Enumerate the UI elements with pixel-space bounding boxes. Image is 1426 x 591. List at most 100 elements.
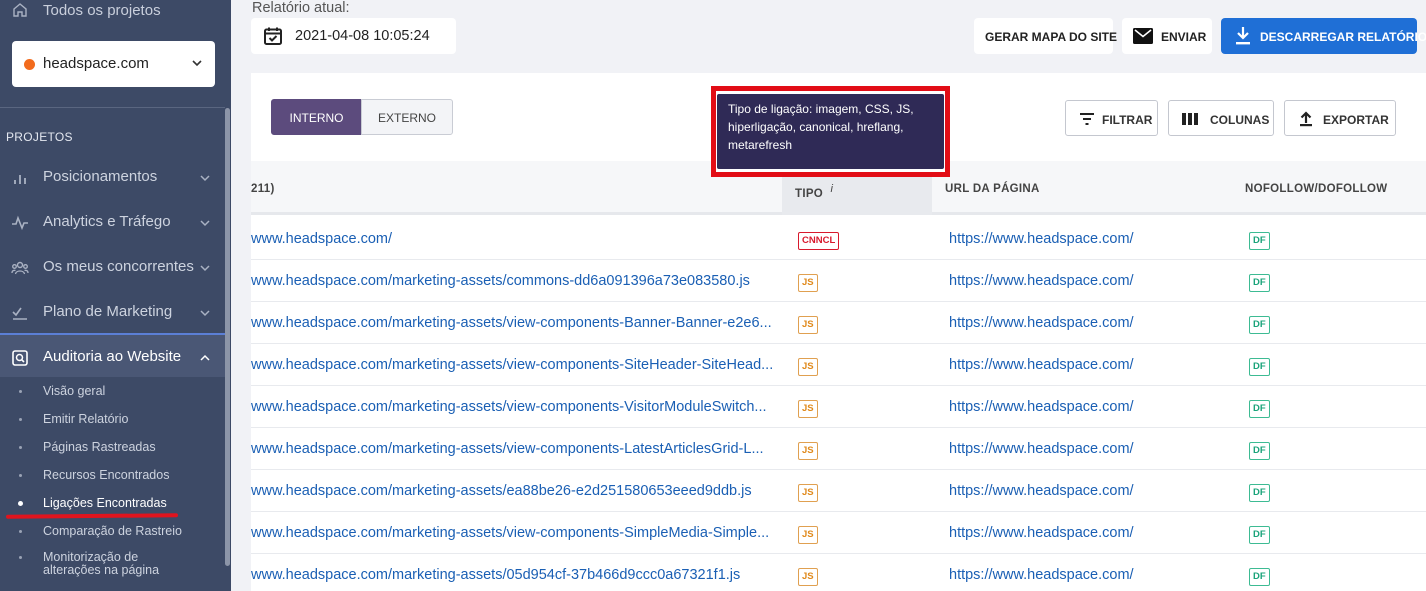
chevron-down-icon [200,310,210,317]
type-column-header[interactable]: TIPO i [795,183,833,200]
sidebar-divider [0,107,225,108]
page-url-column-header[interactable]: URL DA PÁGINA [945,183,1040,195]
sidebar-scrollbar[interactable] [225,108,230,566]
report-date: 2021-04-08 10:05:24 [295,28,430,44]
all-projects-label: Todos os projetos [43,2,161,19]
upload-icon [1300,111,1312,127]
bullet-icon [19,474,22,477]
pulse-icon [12,215,28,231]
sub-item-label: Monitorização de alterações na página [43,550,160,577]
link-url[interactable]: www.headspace.com/marketing-assets/commo… [251,273,750,289]
page-url[interactable]: https://www.headspace.com/ [949,525,1134,541]
link-url[interactable]: www.headspace.com/ [251,231,392,247]
download-report-button[interactable]: DESCARREGAR RELATÓRIO [1221,18,1426,54]
send-button[interactable]: ENVIAR [1122,18,1212,54]
bullet-icon [19,390,22,393]
sub-item-label: Visão geral [43,384,106,398]
type-badge: JS [798,442,818,460]
columns-icon [1182,113,1198,125]
info-icon[interactable]: i [831,183,834,195]
generate-sitemap-button[interactable]: GERAR MAPA DO SITE [974,18,1117,54]
columns-button[interactable]: COLUNAS [1168,100,1274,136]
follow-badge: DF [1249,358,1270,376]
table-row: www.headspace.com/marketing-assets/view-… [251,344,1426,386]
chevron-down-icon [200,220,210,227]
tab-internal[interactable]: INTERNO [271,99,362,135]
page-url[interactable]: https://www.headspace.com/ [949,273,1134,289]
sub-item-label: Emitir Relatório [43,412,129,426]
table-row: www.headspace.com/marketing-assets/view-… [251,428,1426,470]
bar-chart-icon [14,175,26,184]
link-url[interactable]: www.headspace.com/marketing-assets/view-… [251,357,773,373]
export-button[interactable]: EXPORTAR [1284,100,1396,136]
type-badge: JS [798,484,818,502]
type-badge: JS [798,358,818,376]
download-icon [1236,27,1250,45]
page-url[interactable]: https://www.headspace.com/ [949,357,1134,373]
sub-item-page-monitoring[interactable]: Monitorização de alterações na página [0,545,225,581]
filter-button[interactable]: FILTRAR [1065,100,1158,136]
link-url[interactable]: www.headspace.com/marketing-assets/view-… [251,399,767,415]
sub-item-found-resources[interactable]: Recursos Encontrados [0,463,225,489]
follow-badge: DF [1249,274,1270,292]
table-row: www.headspace.com/marketing-assets/05d95… [251,554,1426,591]
page-url[interactable]: https://www.headspace.com/ [949,399,1134,415]
sub-item-issue-report[interactable]: Emitir Relatório [0,407,225,433]
link-column-header[interactable]: 211) [251,183,275,195]
download-report-label: DESCARREGAR RELATÓRIO [1260,30,1426,44]
link-url[interactable]: www.headspace.com/marketing-assets/view-… [251,525,769,541]
page-url[interactable]: https://www.headspace.com/ [949,441,1134,457]
nav-item-label: Auditoria ao Website [43,348,182,365]
follow-badge: DF [1249,400,1270,418]
report-label: Relatório atual: [252,0,350,16]
nav-item-positions[interactable]: Posicionamentos [0,155,225,199]
type-badge: JS [798,316,818,334]
envelope-icon [1133,28,1153,44]
link-url[interactable]: www.headspace.com/marketing-assets/view-… [251,315,772,331]
report-date-selector[interactable]: 2021-04-08 10:05:24 [251,18,456,54]
sub-item-crawled-pages[interactable]: Páginas Rastreadas [0,435,225,461]
audit-icon [12,350,28,366]
table-row: www.headspace.com/marketing-assets/commo… [251,260,1426,302]
nofollow-column-header[interactable]: NOFOLLOW/DOFOLLOW [1245,183,1387,195]
all-projects-link[interactable]: Todos os projetos [0,0,225,24]
link-url[interactable]: www.headspace.com/marketing-assets/view-… [251,441,764,457]
project-name: headspace.com [43,55,149,72]
page-url[interactable]: https://www.headspace.com/ [949,315,1134,331]
link-url[interactable]: www.headspace.com/marketing-assets/ea88b… [251,483,752,499]
sub-item-overview[interactable]: Visão geral [0,379,225,405]
table-row: www.headspace.com/marketing-assets/view-… [251,512,1426,554]
sidebar-section-title: PROJETOS [6,130,73,144]
tab-external-label: EXTERNO [377,111,436,125]
type-header-label: TIPO [795,187,824,200]
page-url[interactable]: https://www.headspace.com/ [949,231,1134,247]
follow-badge: DF [1249,232,1270,250]
calendar-icon [264,27,282,45]
follow-badge: DF [1249,526,1270,544]
checklist-icon [12,307,27,320]
link-url[interactable]: www.headspace.com/marketing-assets/05d95… [251,567,740,583]
tab-external[interactable]: EXTERNO [361,99,453,135]
nav-item-competitors[interactable]: Os meus concorrentes [0,245,225,289]
table-row: www.headspace.com/ CNNCL https://www.hea… [251,218,1426,260]
sub-item-crawl-comparison[interactable]: Comparação de Rastreio [0,519,225,545]
table-row: www.headspace.com/marketing-assets/view-… [251,302,1426,344]
highlight-underline [5,513,179,519]
project-selector[interactable]: headspace.com [12,41,215,87]
project-dot-icon [24,59,35,70]
type-badge: JS [798,274,818,292]
nav-item-analytics[interactable]: Analytics e Tráfego [0,200,225,244]
nav-item-marketing-plan[interactable]: Plano de Marketing [0,290,225,334]
nav-item-website-audit[interactable]: Auditoria ao Website [0,333,225,377]
page-url[interactable]: https://www.headspace.com/ [949,483,1134,499]
chevron-down-icon [200,175,210,182]
sidebar: Todos os projetos headspace.com PROJETOS… [0,0,231,591]
filter-label: FILTRAR [1102,113,1153,127]
bullet-icon [19,530,22,533]
page-url[interactable]: https://www.headspace.com/ [949,567,1134,583]
chevron-down-icon [192,60,202,67]
filter-icon [1080,113,1094,125]
nav-item-label: Posicionamentos [43,168,158,185]
home-icon [13,3,27,17]
tooltip-highlight-frame: Tipo de ligação: imagem, CSS, JS, hiperl… [711,86,950,177]
